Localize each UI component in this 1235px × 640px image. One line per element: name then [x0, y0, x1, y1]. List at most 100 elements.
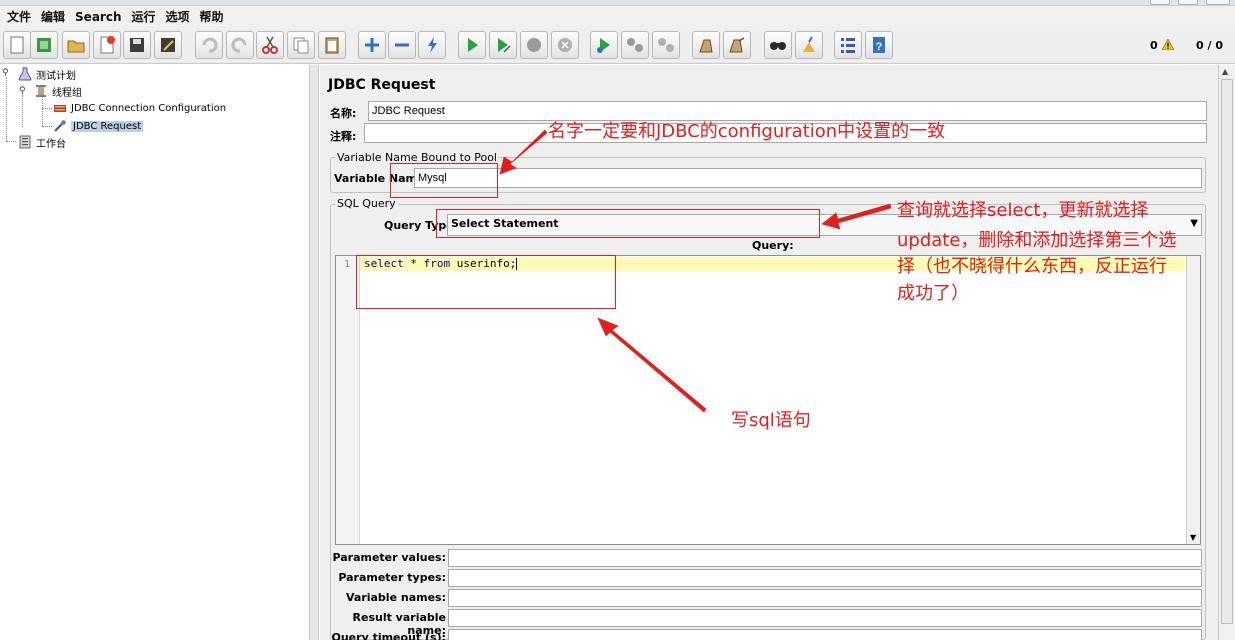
svg-text:?: ? — [876, 41, 883, 53]
function-helper-icon — [841, 38, 855, 53]
reset-search-button[interactable] — [795, 31, 823, 59]
thread-count: 0 / 0 — [1196, 39, 1223, 52]
search-icon — [770, 42, 786, 50]
tree-node-jdbc-request[interactable]: JDBC Request — [53, 118, 144, 134]
tree-node-test-plan[interactable]: 测试计划 — [18, 66, 76, 82]
variable-names-input[interactable] — [448, 589, 1202, 607]
annotation-type-note-line-4: 成功了） — [897, 283, 969, 304]
editor-scrollbar[interactable]: ▼ — [1186, 256, 1200, 544]
undo-button[interactable] — [195, 31, 223, 59]
dropdown-arrow-icon[interactable]: ▼ — [1190, 217, 1198, 231]
parameter-types-input[interactable] — [448, 569, 1202, 587]
toggle-icon — [428, 37, 437, 53]
new-button[interactable] — [3, 31, 31, 59]
annotation-box-variable-name — [390, 163, 498, 198]
config-icon — [53, 101, 67, 115]
annotation-sql-note: 写sql语句 — [731, 410, 811, 431]
shutdown-icon — [558, 38, 572, 52]
collapse-button[interactable] — [388, 31, 416, 59]
remote-stop-icon — [627, 38, 643, 52]
clear-icon — [699, 39, 713, 53]
error-count: 0 — [1150, 38, 1175, 52]
warning-icon — [1160, 38, 1175, 51]
stop-button[interactable] — [520, 31, 548, 59]
help-icon: ? — [873, 37, 885, 53]
expand-button[interactable] — [358, 31, 386, 59]
templates-icon — [37, 38, 51, 52]
toolbar: 0 0 / 0 ? — [0, 28, 1235, 64]
remote-start-button[interactable] — [590, 31, 618, 59]
annotation-box-query — [356, 255, 616, 309]
query-timeout-input[interactable] — [448, 629, 1202, 640]
pipette-icon — [53, 119, 67, 133]
workbench-icon — [18, 135, 32, 149]
paste-button[interactable] — [318, 31, 346, 59]
cut-button[interactable] — [256, 31, 284, 59]
test-plan-tree: ⚲ 测试计划 ⚲ 线程组 JDBC Connection Configurati… — [0, 65, 310, 640]
menu-run[interactable]: 运行 — [126, 6, 160, 28]
save-icon — [130, 38, 144, 52]
help-button[interactable]: ? — [865, 31, 893, 59]
clear-button[interactable] — [692, 31, 720, 59]
name-input[interactable] — [368, 101, 1207, 121]
menu-search[interactable]: Search — [70, 6, 126, 28]
scroll-down-icon[interactable]: ▼ — [1190, 533, 1196, 542]
clear-all-button[interactable] — [723, 31, 751, 59]
redo-button[interactable] — [226, 31, 254, 59]
page-title: JDBC Request — [328, 77, 436, 93]
variable-name-input[interactable] — [414, 168, 1202, 188]
menu-edit[interactable]: 编辑 — [36, 6, 70, 28]
maximize-icon[interactable] — [1178, 0, 1198, 5]
reset-search-icon — [803, 36, 815, 52]
annotation-name-note: 名字一定要和JDBC的configuration中设置的一致 — [548, 121, 946, 142]
save-as-icon — [161, 38, 175, 52]
undo-icon — [202, 37, 218, 53]
result-variable-name-input[interactable] — [448, 609, 1202, 627]
remote-start-icon — [597, 38, 610, 53]
toggle-button[interactable] — [418, 31, 446, 59]
remote-shutdown-icon — [658, 38, 674, 52]
close-button[interactable] — [93, 31, 121, 59]
jdbc-request-panel: JDBC Request 名称: 注释: Variable Name Bound… — [320, 65, 1218, 640]
remote-shutdown-button[interactable] — [652, 31, 680, 59]
variable-names-label: Variable names: — [345, 591, 446, 604]
open-button[interactable] — [62, 31, 90, 59]
scroll-up-icon[interactable]: ▲ — [1222, 67, 1228, 76]
remote-stop-button[interactable] — [621, 31, 649, 59]
tree-node-workbench[interactable]: 工作台 — [18, 134, 66, 150]
menu-help[interactable]: 帮助 — [195, 6, 229, 28]
scrollbar-thumb[interactable] — [1221, 79, 1233, 624]
start-no-pause-button[interactable] — [489, 31, 517, 59]
collapse-toggle-icon[interactable]: ⚲ — [19, 86, 26, 96]
copy-button[interactable] — [287, 31, 315, 59]
paste-icon — [325, 37, 339, 54]
close-window-icon[interactable] — [1206, 0, 1230, 5]
shutdown-button[interactable] — [551, 31, 579, 59]
save-button[interactable] — [123, 31, 151, 59]
copy-icon — [293, 37, 309, 54]
line-number: 1 — [344, 259, 351, 270]
function-helper-button[interactable] — [834, 31, 862, 59]
panel-scrollbar[interactable]: ▲ — [1218, 65, 1235, 640]
parameter-values-input[interactable] — [448, 549, 1202, 567]
minimize-icon[interactable] — [1150, 0, 1170, 5]
clear-all-icon — [729, 37, 745, 53]
start-button[interactable] — [458, 31, 486, 59]
menu-options[interactable]: 选项 — [161, 6, 195, 28]
start-icon — [468, 38, 478, 52]
annotation-type-note-line-2: update，删除和添加选择第三个选 — [897, 230, 1177, 251]
open-icon — [67, 40, 85, 53]
templates-button[interactable] — [30, 31, 58, 59]
panel-splitter[interactable] — [310, 65, 319, 640]
save-as-button[interactable] — [154, 31, 182, 59]
spool-icon — [34, 84, 48, 98]
tree-node-thread-group[interactable]: 线程组 — [34, 83, 82, 99]
collapse-toggle-icon[interactable]: ⚲ — [2, 68, 9, 78]
sql-group-title: SQL Query — [335, 197, 398, 210]
tree-node-jdbc-config[interactable]: JDBC Connection Configuration — [53, 100, 226, 116]
search-button[interactable] — [764, 31, 792, 59]
stop-icon — [527, 38, 541, 52]
comments-label: 注释: — [330, 130, 357, 143]
menu-file[interactable]: 文件 — [2, 6, 36, 28]
annotation-type-note-line-3: 择（也不晓得什么东西，反正运行 — [897, 256, 1167, 277]
